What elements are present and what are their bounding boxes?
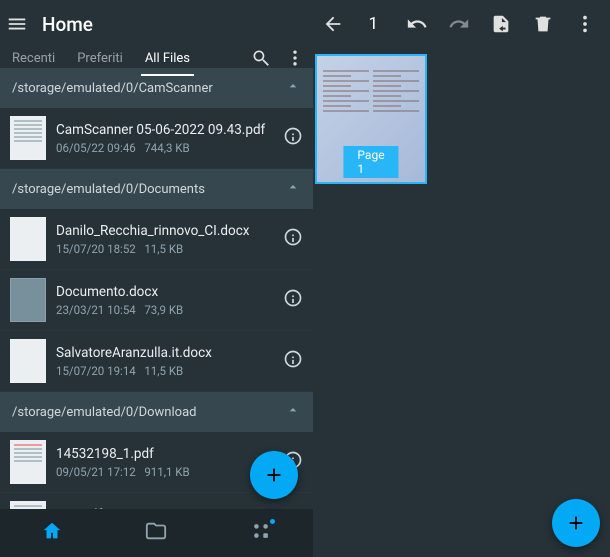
fab-add-left[interactable] — [250, 451, 298, 499]
tab-favorites[interactable]: Preferiti — [73, 51, 127, 66]
info-icon[interactable] — [283, 227, 303, 251]
file-sub: 06/05/22 09:46744,3 KB — [56, 141, 273, 155]
page-thumbnail[interactable]: Page 1 — [315, 54, 427, 184]
section-path: /storage/emulated/0/CamScanner — [12, 81, 213, 96]
file-thumbnail — [10, 339, 46, 383]
page-title: Home — [42, 13, 93, 36]
file-thumbnail — [10, 278, 46, 322]
trash-icon[interactable] — [532, 13, 554, 35]
page-label: Page 1 — [343, 146, 398, 178]
preview-pane: Page 1 — [313, 48, 610, 509]
undo-icon[interactable] — [406, 13, 428, 35]
section-header-download[interactable]: /storage/emulated/0/Download — [0, 392, 313, 432]
file-thumbnail — [10, 217, 46, 261]
page-indicator: 1 — [368, 14, 378, 34]
menu-icon[interactable] — [6, 13, 28, 35]
file-sub: 15/07/20 18:5211,5 KB — [56, 242, 273, 256]
tab-recent[interactable]: Recenti — [8, 51, 59, 66]
section-path: /storage/emulated/0/Download — [12, 405, 196, 420]
nav-home-icon[interactable] — [41, 520, 63, 546]
top-bar: Home 1 — [0, 0, 610, 48]
section-header-documents[interactable]: /storage/emulated/0/Documents — [0, 169, 313, 209]
more-icon[interactable] — [574, 13, 596, 35]
file-thumbnail — [10, 440, 46, 484]
file-sub: 15/07/20 19:1411,5 KB — [56, 364, 273, 378]
file-name: 14532198_1.pdf — [56, 446, 273, 462]
file-sub: 23/03/21 10:5473,9 KB — [56, 303, 273, 317]
info-icon[interactable] — [283, 126, 303, 150]
chevron-up-icon — [285, 78, 301, 98]
nav-apps-icon[interactable] — [250, 520, 272, 546]
tabs-more-icon[interactable] — [285, 48, 305, 68]
tabs-row: Recenti Preferiti All Files — [0, 48, 313, 68]
tab-all-files[interactable]: All Files — [141, 51, 194, 66]
file-name: Danilo_Recchia_rinnovo_CI.docx — [56, 223, 273, 239]
file-name: CamScanner 05-06-2022 09.43.pdf — [56, 122, 273, 138]
file-sub: 09/05/21 17:12911,1 KB — [56, 465, 273, 479]
fab-add-right[interactable] — [552, 499, 600, 547]
chevron-up-icon — [285, 402, 301, 422]
file-browser-pane: Recenti Preferiti All Files /storage/emu… — [0, 48, 313, 509]
section-path: /storage/emulated/0/Documents — [12, 182, 205, 197]
file-row[interactable]: SalvatoreAranzulla.it.docx 15/07/20 19:1… — [0, 331, 313, 392]
file-name: SalvatoreAranzulla.it.docx — [56, 345, 273, 361]
new-file-icon[interactable] — [490, 13, 512, 35]
redo-icon[interactable] — [448, 13, 470, 35]
bottom-nav — [0, 509, 313, 557]
chevron-up-icon — [285, 179, 301, 199]
info-icon[interactable] — [283, 288, 303, 312]
back-arrow-icon[interactable] — [322, 13, 344, 35]
search-icon[interactable] — [251, 48, 271, 68]
file-row[interactable]: Documento.docx 23/03/21 10:5473,9 KB — [0, 270, 313, 331]
file-row[interactable]: Danilo_Recchia_rinnovo_CI.docx 15/07/20 … — [0, 209, 313, 270]
file-row[interactable]: CamScanner 05-06-2022 09.43.pdf 06/05/22… — [0, 108, 313, 169]
file-thumbnail — [10, 116, 46, 160]
info-icon[interactable] — [283, 349, 303, 373]
file-name: Documento.docx — [56, 284, 273, 300]
nav-folder-icon[interactable] — [145, 520, 167, 546]
